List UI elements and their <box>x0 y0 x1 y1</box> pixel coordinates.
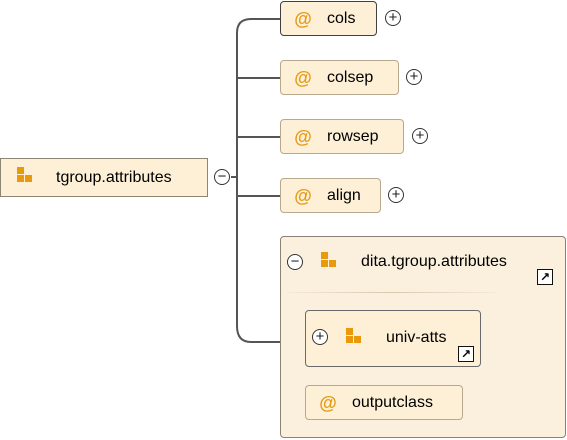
attribute-node-outputclass[interactable]: @ outputclass <box>305 385 463 420</box>
attribute-group-univ-atts[interactable]: + univ-atts ↗ <box>305 310 481 367</box>
schema-diagram: tgroup.attributes − @ cols + @ colsep + … <box>0 0 567 440</box>
attribute-at-icon: @ <box>294 126 312 147</box>
expand-toggle-cols[interactable]: + <box>385 10 401 26</box>
attribute-group-icon <box>346 328 368 350</box>
attribute-at-icon: @ <box>319 392 337 413</box>
attribute-at-icon: @ <box>294 8 312 29</box>
attribute-label: colsep <box>327 68 374 86</box>
expand-toggle-univ-atts[interactable]: + <box>312 329 328 345</box>
collapse-toggle-root[interactable]: − <box>214 169 230 185</box>
group-divider <box>287 292 497 293</box>
attribute-at-icon: @ <box>294 67 312 88</box>
attribute-node-cols[interactable]: @ cols <box>280 1 377 36</box>
expand-toggle-rowsep[interactable]: + <box>412 128 428 144</box>
reference-arrow-icon[interactable]: ↗ <box>537 269 553 285</box>
expand-toggle-align[interactable]: + <box>388 187 404 203</box>
group-title: dita.tgroup.attributes <box>361 253 507 270</box>
attribute-group-icon <box>17 166 39 189</box>
attribute-group-icon <box>321 252 343 274</box>
attribute-label: cols <box>327 9 356 27</box>
univ-atts-label: univ-atts <box>386 329 447 346</box>
root-node-tgroup-attributes[interactable]: tgroup.attributes <box>0 158 208 197</box>
reference-arrow-icon[interactable]: ↗ <box>458 346 474 362</box>
attribute-at-icon: @ <box>294 185 312 206</box>
attribute-node-align[interactable]: @ align <box>280 178 381 213</box>
expand-toggle-colsep[interactable]: + <box>406 69 422 85</box>
attribute-label: align <box>327 186 361 204</box>
attribute-node-rowsep[interactable]: @ rowsep <box>280 119 404 154</box>
attribute-node-colsep[interactable]: @ colsep <box>280 60 399 95</box>
root-node-label: tgroup.attributes <box>56 168 172 186</box>
collapse-toggle-group[interactable]: − <box>287 254 303 270</box>
attribute-group-dita-tgroup-attributes[interactable]: − dita.tgroup.attributes ↗ + univ-atts ↗… <box>280 236 566 438</box>
attribute-label: rowsep <box>327 127 379 145</box>
attribute-label: outputclass <box>352 393 433 411</box>
